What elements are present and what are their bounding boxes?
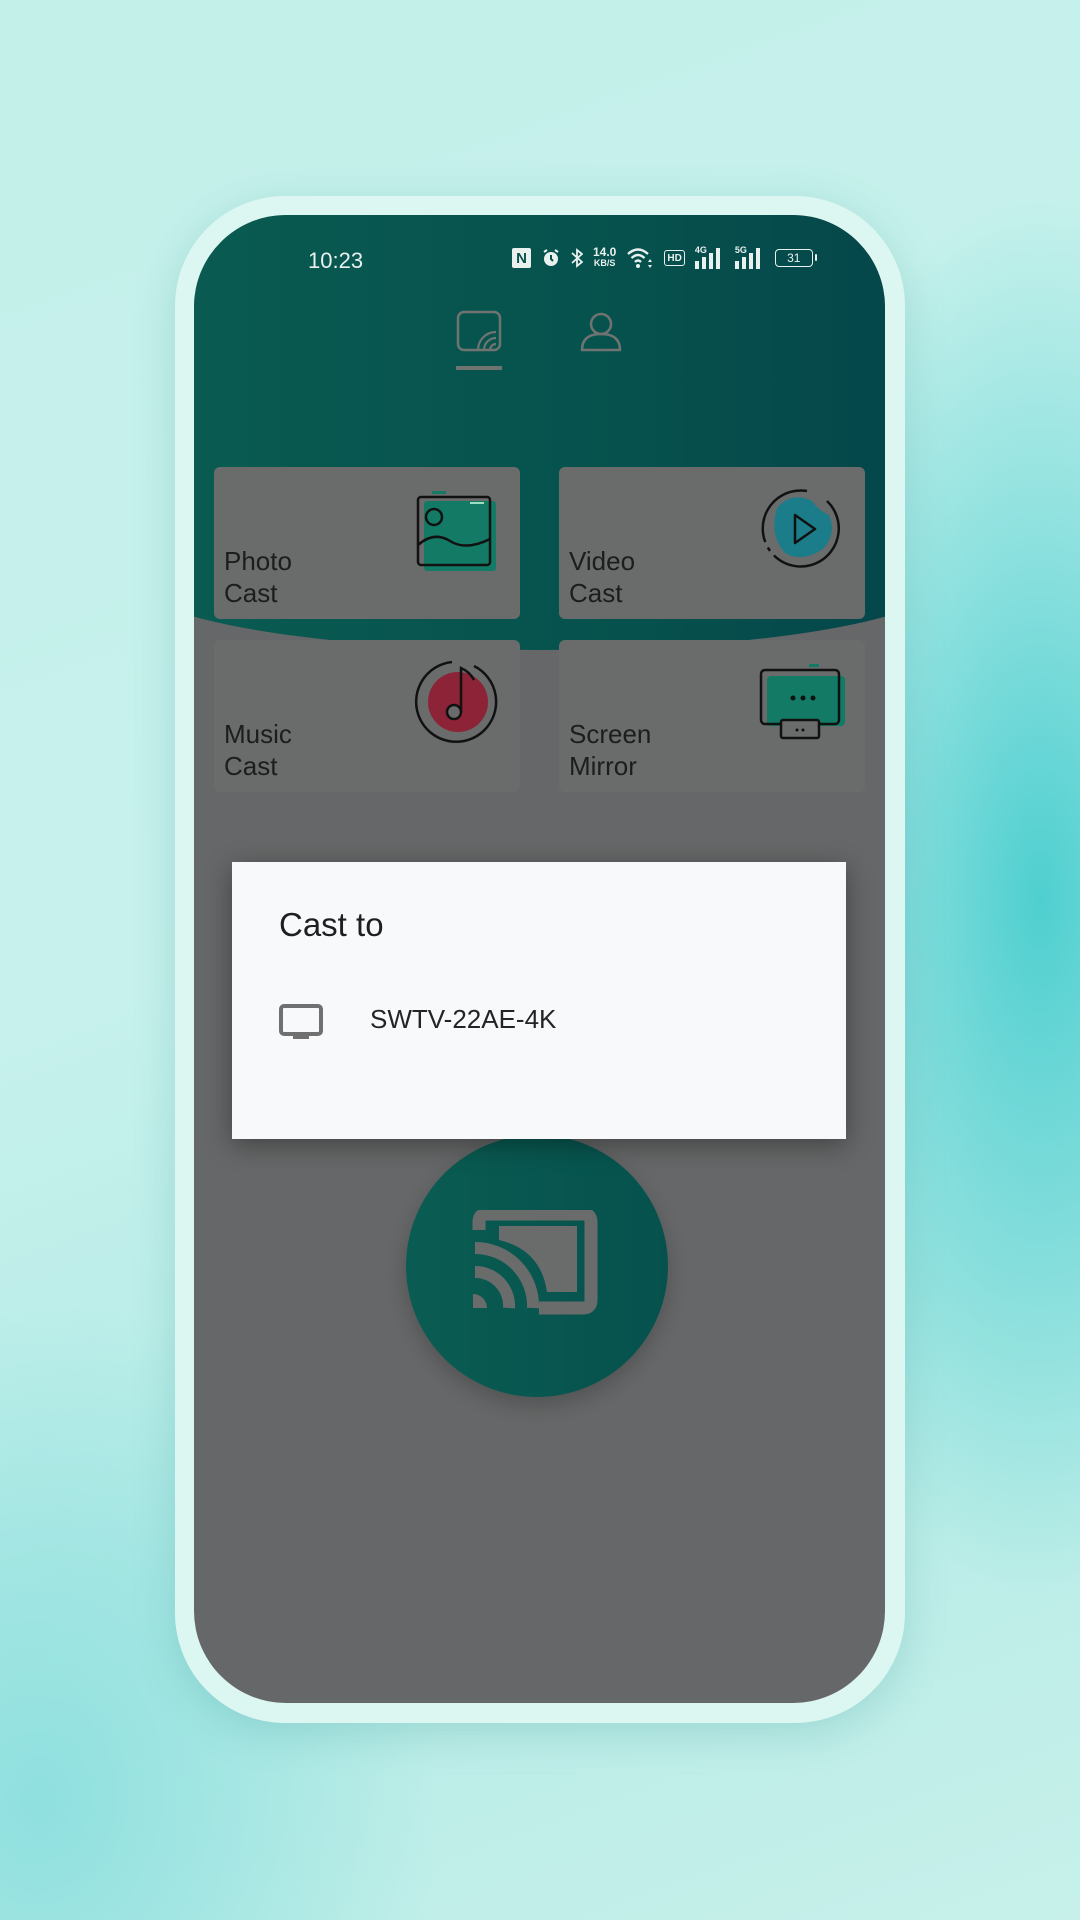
nfc-icon: N (512, 248, 531, 268)
video-play-icon (761, 489, 841, 568)
screen-mirror-label: Screen Mirror (569, 719, 652, 781)
photo-cast-card[interactable]: Photo Cast (214, 467, 520, 619)
music-disc-icon (414, 660, 498, 743)
tab-cast[interactable] (456, 310, 506, 370)
device-name: SWTV-22AE-4K (370, 1004, 557, 1034)
screen-mirror-icon (759, 664, 845, 740)
cast-tab-icon (456, 310, 502, 352)
user-icon (580, 312, 622, 352)
video-cast-label: Video Cast (569, 546, 636, 608)
network-speed-value: 14.0 (593, 245, 617, 259)
cast-to-dialog: Cast to SWTV-22AE-4K (232, 862, 846, 1139)
network-speed: 14.0 KB/S (593, 245, 617, 269)
signal-5g-label: 5G (734, 245, 747, 255)
status-bar: 10:23 N 14.0 KB/S HD 4G 5G 31 (194, 215, 885, 305)
dialog-title: Cast to (279, 906, 384, 943)
signal-5g-icon: 5G (734, 245, 765, 269)
status-time: 10:23 (308, 248, 364, 273)
wifi-icon (626, 247, 654, 269)
photo-icon (416, 491, 496, 571)
tab-profile[interactable] (578, 310, 628, 370)
network-speed-unit: KB/S (593, 258, 616, 268)
status-icons: N 14.0 KB/S HD 4G 5G 31 (512, 245, 817, 269)
signal-4g-icon: 4G (694, 245, 725, 269)
hd-voice-icon: HD (664, 250, 685, 266)
music-cast-label: Music Cast (224, 719, 292, 781)
tab-selected-indicator (456, 366, 502, 370)
cast-icon (472, 1210, 598, 1315)
video-cast-card[interactable]: Video Cast (559, 467, 865, 619)
bluetooth-icon (571, 248, 583, 268)
battery-icon: 31 (774, 249, 817, 267)
screen-mirror-card[interactable]: Screen Mirror (559, 640, 865, 792)
photo-cast-label: Photo Cast (224, 546, 292, 608)
device-list-item[interactable]: SWTV-22AE-4K (232, 990, 846, 1050)
alarm-icon (541, 248, 561, 268)
signal-4g-label: 4G (694, 245, 707, 255)
tv-icon (279, 1004, 323, 1039)
top-tabs (194, 310, 885, 380)
cast-button[interactable] (406, 1135, 668, 1397)
music-cast-card[interactable]: Music Cast (214, 640, 520, 792)
